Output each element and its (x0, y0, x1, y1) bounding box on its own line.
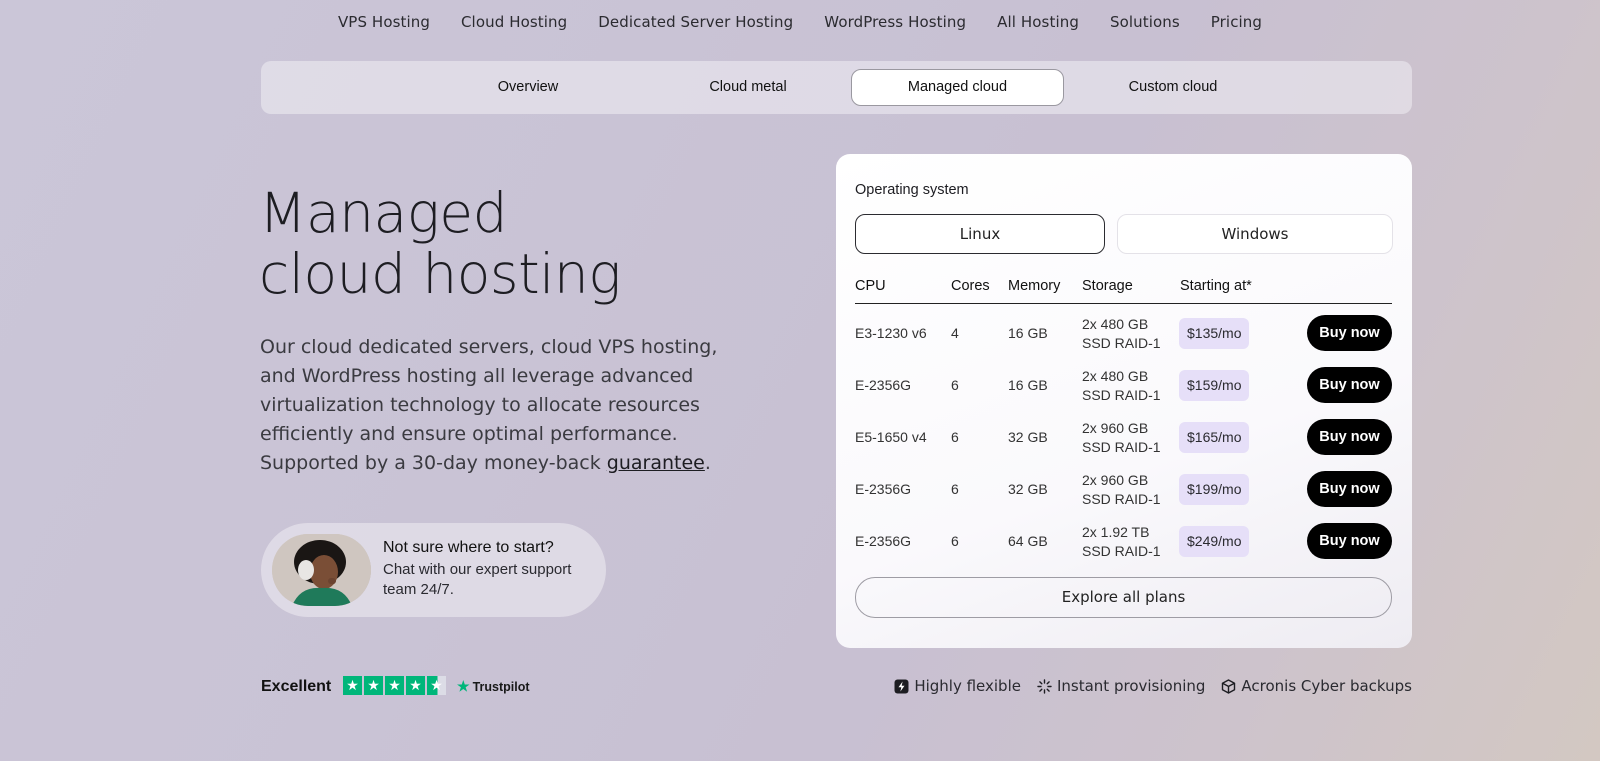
row-storage-size: 2x 960 GB (1082, 472, 1149, 488)
nav-solutions[interactable]: Solutions (1094, 13, 1195, 31)
explore-all-plans-button[interactable]: Explore all plans (855, 577, 1392, 618)
row-cpu: E-2356G (855, 377, 912, 393)
header-cores: Cores (951, 278, 990, 294)
support-title: Not sure where to start? (383, 539, 554, 556)
price-badge: $135/mo (1179, 318, 1250, 349)
table-row: E-2356G 6 32 GB 2x 960 GB SSD RAID-1 $199… (855, 463, 1392, 515)
page-title-line-1: Managed (259, 181, 507, 245)
row-cores: 6 (951, 377, 959, 393)
row-cpu: E-2356G (855, 533, 912, 549)
feature-item: Acronis Cyber backups (1221, 677, 1412, 695)
feature-label: Highly flexible (914, 677, 1021, 695)
row-memory: 32 GB (1008, 481, 1048, 497)
tab-managed-cloud[interactable]: Managed cloud (851, 69, 1064, 106)
cube-icon (1222, 678, 1236, 694)
tab-custom-cloud[interactable]: Custom cloud (1067, 69, 1279, 106)
table-row: E-2356G 6 16 GB 2x 480 GB SSD RAID-1 $159… (855, 359, 1392, 411)
price-badge: $199/mo (1179, 474, 1250, 505)
row-cores: 4 (951, 325, 959, 341)
row-storage-type: SSD RAID-1 (1082, 387, 1161, 403)
page-title-line-2: cloud hosting (259, 242, 621, 306)
row-storage: 2x 960 GB SSD RAID-1 (1082, 419, 1161, 457)
buy-now-button[interactable]: Buy now (1307, 367, 1392, 403)
nav-wordpress-hosting[interactable]: WordPress Hosting (809, 13, 982, 31)
support-chat-card[interactable]: Not sure where to start? Chat with our e… (261, 523, 606, 617)
row-storage-size: 2x 960 GB (1082, 420, 1149, 436)
table-row: E-2356G 6 64 GB 2x 1.92 TB SSD RAID-1 $24… (855, 515, 1392, 567)
row-storage: 2x 480 GB SSD RAID-1 (1082, 367, 1161, 405)
table-row: E5-1650 v4 6 32 GB 2x 960 GB SSD RAID-1 $… (855, 411, 1392, 463)
hero-description-end: . (704, 452, 711, 474)
price-badge: $159/mo (1179, 370, 1250, 401)
row-memory: 16 GB (1008, 325, 1048, 341)
lightning-icon (894, 679, 909, 693)
row-storage: 2x 960 GB SSD RAID-1 (1082, 471, 1161, 509)
star-icon: ★ (406, 676, 425, 695)
table-header: CPU Cores Memory Storage Starting at* (855, 271, 1392, 304)
trustpilot-star-icon: ★ (457, 678, 470, 694)
guarantee-link[interactable]: guarantee (607, 452, 705, 474)
half-star-icon: ★ (427, 676, 446, 695)
row-storage-type: SSD RAID-1 (1082, 335, 1161, 351)
row-memory: 64 GB (1008, 533, 1048, 549)
pricing-card: Operating system Linux Windows CPU Cores… (836, 154, 1412, 648)
nav-pricing[interactable]: Pricing (1195, 13, 1277, 31)
nav-all-hosting[interactable]: All Hosting (982, 13, 1095, 31)
top-nav: VPS Hosting Cloud Hosting Dedicated Serv… (0, 0, 1600, 44)
header-cpu: CPU (855, 278, 886, 294)
star-icon: ★ (343, 676, 362, 695)
row-storage-size: 2x 480 GB (1082, 368, 1149, 384)
row-cores: 6 (951, 481, 959, 497)
star-icon: ★ (385, 676, 404, 695)
price-badge: $165/mo (1179, 422, 1250, 453)
row-storage-type: SSD RAID-1 (1082, 439, 1161, 455)
buy-now-button[interactable]: Buy now (1307, 471, 1392, 507)
page-title: Managed cloud hosting (259, 183, 621, 305)
trustpilot-logo: ★ Trustpilot (457, 678, 530, 695)
header-memory: Memory (1008, 278, 1061, 294)
row-cpu: E3-1230 v6 (855, 325, 927, 341)
buy-now-button[interactable]: Buy now (1307, 419, 1392, 455)
os-label: Operating system (855, 182, 969, 198)
rating-word: Excellent (261, 678, 332, 695)
row-storage-type: SSD RAID-1 (1082, 491, 1161, 507)
row-cpu: E5-1650 v4 (855, 429, 927, 445)
star-icon: ★ (364, 676, 383, 695)
os-windows-button[interactable]: Windows (1117, 214, 1393, 254)
price-badge: $249/mo (1179, 526, 1250, 557)
row-storage-type: SSD RAID-1 (1082, 543, 1161, 559)
rating-stars: ★ ★ ★ ★ ★ (343, 676, 446, 695)
nav-cloud-hosting[interactable]: Cloud Hosting (445, 13, 582, 31)
trustpilot-brand: Trustpilot (472, 680, 530, 694)
row-storage: 2x 1.92 TB SSD RAID-1 (1082, 523, 1161, 561)
feature-item: Highly flexible (894, 677, 1021, 695)
buy-now-button[interactable]: Buy now (1307, 315, 1392, 351)
feature-label: Acronis Cyber backups (1241, 677, 1412, 695)
tab-overview[interactable]: Overview (422, 69, 634, 106)
header-storage: Storage (1082, 278, 1133, 294)
row-memory: 16 GB (1008, 377, 1048, 393)
support-text: Chat with our expert support team 24/7. (383, 561, 572, 598)
row-memory: 32 GB (1008, 429, 1048, 445)
header-starting-at: Starting at* (1180, 278, 1252, 294)
sub-tabs: Overview Cloud metal Managed cloud Custo… (261, 61, 1412, 114)
support-agent-avatar (272, 534, 371, 606)
row-cpu: E-2356G (855, 481, 912, 497)
table-row: E3-1230 v6 4 16 GB 2x 480 GB SSD RAID-1 $… (855, 307, 1392, 359)
row-storage-size: 2x 480 GB (1082, 316, 1149, 332)
feature-item: Instant provisioning (1037, 677, 1205, 695)
feature-label: Instant provisioning (1056, 677, 1206, 695)
nav-dedicated-server-hosting[interactable]: Dedicated Server Hosting (583, 13, 809, 31)
row-cores: 6 (951, 429, 959, 445)
os-linux-button[interactable]: Linux (855, 214, 1105, 254)
row-storage-size: 2x 1.92 TB (1082, 524, 1150, 540)
hero-description: Our cloud dedicated servers, cloud VPS h… (260, 333, 730, 478)
tab-cloud-metal[interactable]: Cloud metal (642, 69, 854, 106)
nav-vps-hosting[interactable]: VPS Hosting (322, 13, 445, 31)
buy-now-button[interactable]: Buy now (1307, 523, 1392, 559)
feature-list: Highly flexible Instant provisioning Acr… (894, 677, 1412, 695)
row-storage: 2x 480 GB SSD RAID-1 (1082, 315, 1161, 353)
row-cores: 6 (951, 533, 959, 549)
sparkle-icon (1037, 678, 1052, 694)
